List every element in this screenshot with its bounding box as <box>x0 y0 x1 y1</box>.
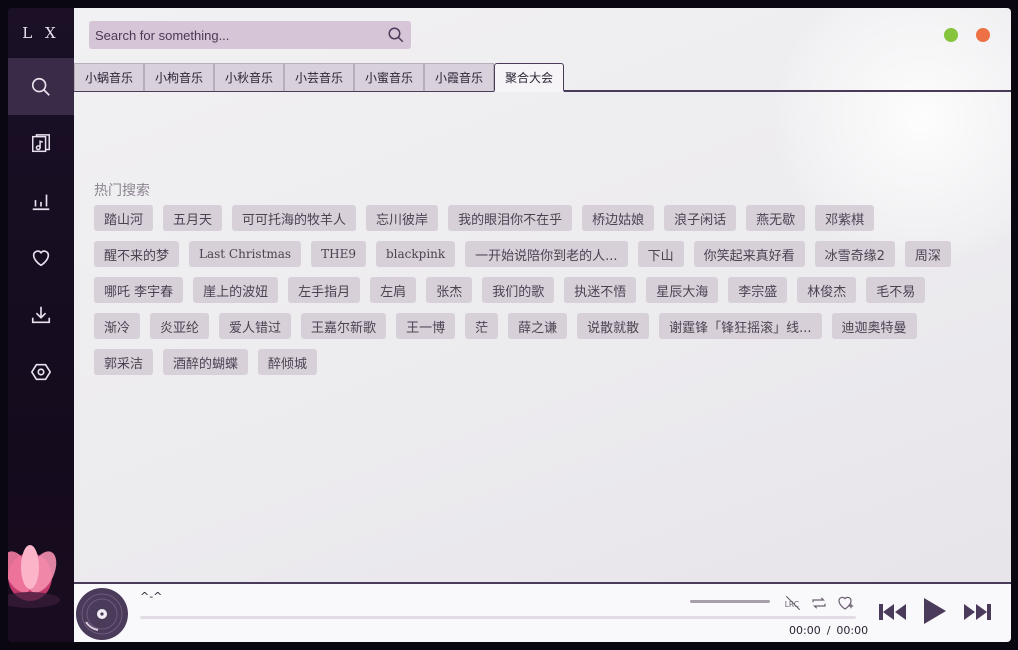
tab-source-2[interactable]: 小枸音乐 <box>144 63 214 91</box>
search-icon <box>31 77 50 96</box>
hot-search-tag[interactable]: 渐冷 <box>94 313 141 339</box>
hot-search-tag[interactable]: 薛之谦 <box>508 313 568 339</box>
lotus-decoration <box>8 545 60 608</box>
app-window: L X Search for something... 小蜗音乐 小枸音乐 小秋… <box>8 8 1011 642</box>
current-time: 00:00 <box>789 624 821 637</box>
next-icon[interactable] <box>962 600 992 624</box>
time-separator: / <box>826 624 831 637</box>
hot-search-tag[interactable]: THE9 <box>311 241 366 267</box>
sidebar: L X <box>8 8 74 642</box>
repeat-icon[interactable] <box>810 594 828 612</box>
time-display: 00:00 / 00:00 <box>786 624 871 637</box>
main-panel: 小蜗音乐 小枸音乐 小秋音乐 小芸音乐 小蜜音乐 小霞音乐 聚合大会 热门搜索 … <box>74 8 1011 582</box>
lyrics-off-icon[interactable]: LRC <box>784 594 802 612</box>
hot-search-tag[interactable]: 下山 <box>637 241 684 267</box>
music-list-icon <box>32 133 50 152</box>
sidebar-item-song-list[interactable] <box>8 115 74 172</box>
hot-search-tag[interactable]: Last Christmas <box>189 241 302 267</box>
hot-search-tag[interactable]: 踏山河 <box>94 205 154 231</box>
hot-search-tag[interactable]: 你笑起来真好看 <box>693 241 805 267</box>
hot-search-tag[interactable]: 执迷不悟 <box>564 277 637 303</box>
hot-search-tag[interactable]: 哪吒 李宇春 <box>94 277 184 303</box>
tab-source-4[interactable]: 小芸音乐 <box>284 63 354 91</box>
tab-source-3[interactable]: 小秋音乐 <box>214 63 284 91</box>
settings-icon <box>30 363 52 380</box>
sidebar-item-download[interactable] <box>8 286 74 343</box>
hot-search-tag[interactable]: 张杰 <box>426 277 473 303</box>
tab-aggregate[interactable]: 聚合大会 <box>494 63 564 92</box>
volume-slider[interactable] <box>690 600 770 603</box>
hot-search-tag[interactable]: 周深 <box>904 241 951 267</box>
hot-search-tag[interactable]: 说散就散 <box>577 313 650 339</box>
hot-search-tag[interactable]: 李宗盛 <box>728 277 788 303</box>
hot-search-tag[interactable]: 桥边姑娘 <box>582 205 655 231</box>
hot-search-tag[interactable]: 崖上的波妞 <box>193 277 279 303</box>
progress-bar[interactable] <box>140 616 856 619</box>
sidebar-item-search[interactable] <box>8 58 74 115</box>
play-icon[interactable] <box>922 596 948 626</box>
hot-search-tag[interactable]: 我的眼泪你不在乎 <box>448 205 573 231</box>
hot-search-tag[interactable]: 炎亚纶 <box>150 313 210 339</box>
tab-source-1[interactable]: 小蜗音乐 <box>74 63 144 91</box>
minimize-button[interactable] <box>944 28 958 42</box>
hot-search-tag[interactable]: 一开始说陪你到老的人... <box>465 241 628 267</box>
hot-search-tag[interactable]: 郭采洁 <box>94 349 154 375</box>
hot-search-tag[interactable]: 五月天 <box>163 205 223 231</box>
hot-search-tag[interactable]: 王嘉尔新歌 <box>301 313 387 339</box>
sidebar-item-leaderboard[interactable] <box>8 172 74 229</box>
hot-search-tag[interactable]: 谢霆锋「锋狂摇滚」线... <box>659 313 822 339</box>
hot-search-tag[interactable]: 邓紫棋 <box>815 205 875 231</box>
hot-search-tag[interactable]: 醉倾城 <box>258 349 318 375</box>
sidebar-item-settings[interactable] <box>8 343 74 400</box>
app-logo: L X <box>22 24 60 42</box>
hot-search-tag[interactable]: 酒醉的蝴蝶 <box>163 349 249 375</box>
sidebar-item-favorites[interactable] <box>8 229 74 286</box>
hot-search-tag[interactable]: 浪子闲话 <box>664 205 737 231</box>
hot-search-tag[interactable]: blackpink <box>375 241 456 267</box>
hot-search-title: 热门搜索 <box>94 183 150 199</box>
hot-search-tag[interactable]: 爱人错过 <box>219 313 292 339</box>
source-tabs: 小蜗音乐 小枸音乐 小秋音乐 小芸音乐 小蜜音乐 小霞音乐 聚合大会 <box>74 63 1011 92</box>
search-input[interactable] <box>89 21 381 49</box>
hot-search-tag[interactable]: 我们的歌 <box>482 277 555 303</box>
hot-search-tag[interactable]: 左手指月 <box>288 277 361 303</box>
album-disc-icon[interactable] <box>76 588 128 640</box>
search-icon <box>388 27 404 43</box>
hot-search-tags: 踏山河 五月天 可可托海的牧羊人 忘川彼岸 我的眼泪你不在乎 桥边姑娘 浪子闲话 燕无歇 邓紫棋… <box>94 205 974 385</box>
chart-icon <box>32 194 50 210</box>
player-bar: ^-^ LRC 00:00 / 00:00 <box>74 582 1011 642</box>
hot-search-tag[interactable]: 迪迦奥特曼 <box>831 313 917 339</box>
hot-search-tag[interactable]: 星辰大海 <box>646 277 719 303</box>
hot-search-tag[interactable]: 左肩 <box>370 277 417 303</box>
download-icon <box>31 306 51 323</box>
hot-search-tag[interactable]: 毛不易 <box>866 277 926 303</box>
search-bar <box>89 21 411 49</box>
hot-search-tag[interactable]: 王一博 <box>396 313 456 339</box>
search-button[interactable] <box>381 21 411 49</box>
hot-search-tag[interactable]: 林俊杰 <box>797 277 857 303</box>
previous-icon[interactable] <box>878 600 908 624</box>
hot-search-tag[interactable]: 冰雪奇缘2 <box>814 241 895 267</box>
hot-search-tag[interactable]: 醒不来的梦 <box>94 241 180 267</box>
hot-search-tag[interactable]: 燕无歇 <box>746 205 806 231</box>
hot-search-tag[interactable]: 忘川彼岸 <box>366 205 439 231</box>
hot-search-tag[interactable]: 可可托海的牧羊人 <box>232 205 357 231</box>
favorite-add-icon[interactable] <box>836 594 854 612</box>
heart-icon <box>32 249 50 266</box>
hot-search-tag[interactable]: 茫 <box>465 313 499 339</box>
tab-source-5[interactable]: 小蜜音乐 <box>354 63 424 91</box>
tab-source-6[interactable]: 小霞音乐 <box>424 63 494 91</box>
song-title: ^-^ <box>140 590 163 603</box>
close-button[interactable] <box>976 28 990 42</box>
total-time: 00:00 <box>836 624 869 637</box>
